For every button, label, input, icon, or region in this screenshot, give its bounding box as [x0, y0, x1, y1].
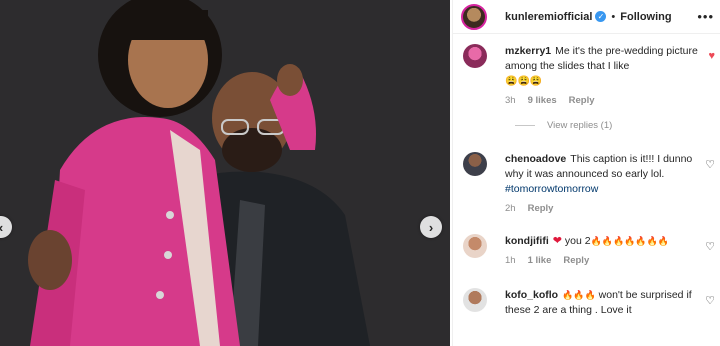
view-replies-button[interactable]: View replies (1)	[515, 120, 612, 131]
comment-likes[interactable]: 1 like	[528, 255, 552, 266]
comment-likes[interactable]: 9 likes	[528, 95, 557, 106]
next-slide-button[interactable]: ›	[420, 216, 442, 238]
comment-text: chenoadove This caption is it!!! I dunno …	[505, 153, 693, 195]
fire-emoji-row: 🔥🔥🔥🔥🔥🔥🔥	[590, 236, 670, 246]
commenter-username[interactable]: kondjififi	[505, 235, 549, 247]
comment-time: 2h	[505, 203, 516, 214]
comment-text: kondjififi ❤ you 2🔥🔥🔥🔥🔥🔥🔥	[505, 235, 670, 247]
view-replies-label: View replies (1)	[547, 120, 613, 131]
post-header: kunleremiofficial ✓ • Following •••	[453, 0, 720, 34]
hashtag-link[interactable]: #tomorrowtomorrow	[505, 183, 598, 195]
comment-meta: 1h 1 like Reply	[505, 255, 715, 266]
following-button[interactable]: Following	[620, 11, 671, 23]
weary-face-emoji: 😩😩😩	[505, 76, 543, 87]
reply-button[interactable]: Reply	[563, 255, 589, 266]
commenter-avatar[interactable]	[463, 44, 487, 68]
view-replies-line	[515, 125, 535, 126]
verified-badge-icon: ✓	[595, 11, 607, 22]
like-heart-icon[interactable]: ♡	[705, 294, 715, 307]
author-username[interactable]: kunleremiofficial	[505, 11, 592, 23]
like-heart-icon[interactable]: ♡	[705, 158, 715, 171]
post-photo: ‹ ›	[0, 0, 450, 346]
liked-heart-icon[interactable]: ♥	[708, 50, 715, 62]
commenter-username[interactable]: chenoadove	[505, 153, 566, 165]
couple-photo	[0, 0, 450, 346]
comment-item: mzkerry1 Me it's the pre-wedding picture …	[463, 44, 715, 106]
red-heart-emoji: ❤	[552, 235, 562, 247]
fire-emoji-row: 🔥🔥🔥	[562, 290, 596, 300]
comment-item: kondjififi ❤ you 2🔥🔥🔥🔥🔥🔥🔥 1h 1 like Reply…	[463, 234, 715, 266]
commenter-username[interactable]: kofo_koflo	[505, 289, 558, 301]
comment-item: chenoadove This caption is it!!! I dunno …	[463, 152, 715, 214]
separator-dot: •	[611, 10, 616, 23]
commenter-avatar[interactable]	[463, 288, 487, 312]
comment-text: mzkerry1 Me it's the pre-wedding picture …	[505, 45, 698, 87]
comment-meta: 3h 9 likes Reply	[505, 95, 715, 106]
comment-text: kofo_koflo 🔥🔥🔥 won't be surprised if thes…	[505, 289, 692, 316]
comment-time: 1h	[505, 255, 516, 266]
comment-meta: 2h Reply	[505, 203, 715, 214]
reply-button[interactable]: Reply	[569, 95, 595, 106]
reply-button[interactable]: Reply	[528, 203, 554, 214]
comment-item: kofo_koflo 🔥🔥🔥 won't be surprised if thes…	[463, 288, 715, 318]
comments-panel: kunleremiofficial ✓ • Following ••• mzke…	[452, 0, 720, 346]
commenter-username[interactable]: mzkerry1	[505, 45, 551, 57]
commenter-avatar[interactable]	[463, 152, 487, 176]
comment-time: 3h	[505, 95, 516, 106]
like-heart-icon[interactable]: ♡	[705, 240, 715, 253]
author-avatar[interactable]	[461, 3, 487, 30]
commenter-avatar[interactable]	[463, 234, 487, 258]
more-options-icon[interactable]: •••	[697, 9, 714, 24]
